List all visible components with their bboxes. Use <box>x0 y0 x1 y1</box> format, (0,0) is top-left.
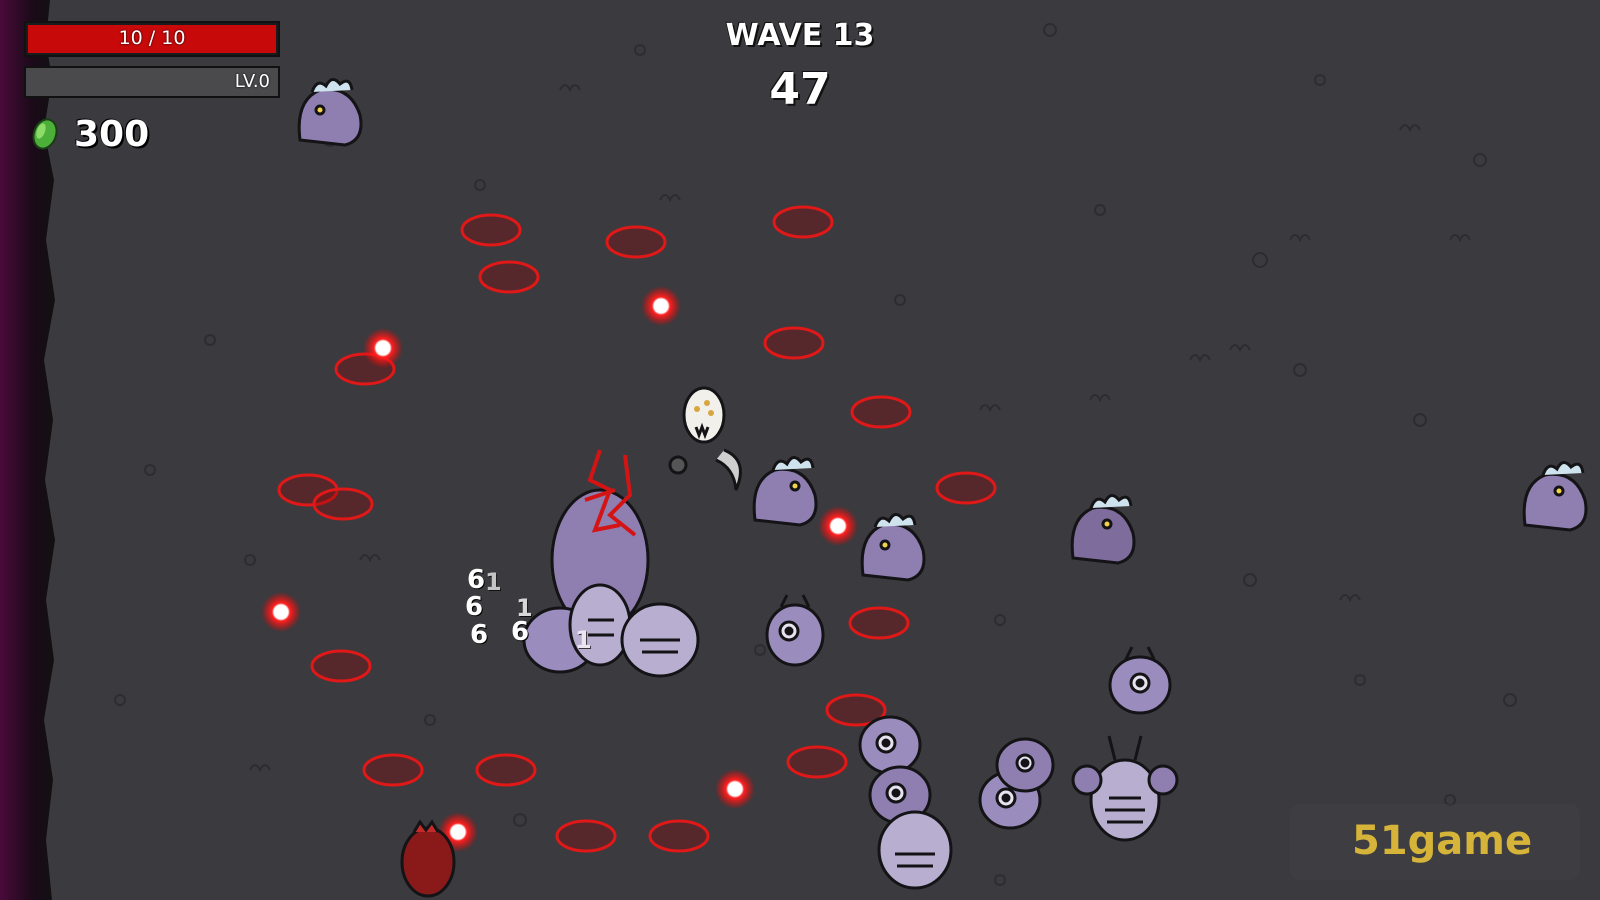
crab-enemy <box>858 715 922 775</box>
level-text: LV.0 <box>234 71 270 92</box>
damage-number: 6 <box>470 620 489 650</box>
spawn-marker <box>310 649 372 683</box>
green-material-icon <box>32 118 58 150</box>
weapon-scythe <box>715 448 742 491</box>
crab-enemy <box>765 594 825 667</box>
watermark: 51game <box>1290 804 1580 880</box>
crab-enemy <box>877 810 953 890</box>
health-text: 10 / 10 <box>118 27 186 49</box>
arena <box>0 0 1588 900</box>
spawn-marker <box>772 205 834 239</box>
fish-enemies <box>297 78 1588 582</box>
crab-enemy <box>995 737 1055 793</box>
spawn-marker <box>935 471 997 505</box>
materials-counter: 300 <box>30 112 149 156</box>
spawn-marker <box>460 213 522 247</box>
spawn-marker <box>605 225 667 259</box>
crab-enemy <box>1108 646 1172 715</box>
spawn-marker <box>648 819 710 853</box>
fish-enemy <box>297 78 363 147</box>
enemy-projectile <box>363 328 403 368</box>
enemy-projectile <box>261 592 301 632</box>
materials-value: 300 <box>74 113 150 155</box>
experience-bar: LV.0 <box>24 66 280 98</box>
player-character <box>668 386 742 491</box>
game-viewport[interactable]: 6 1 6 1 6 6 1 10 / 10 LV.0 300 WAVE 13 4… <box>0 0 1600 900</box>
weapon-spiked-ball <box>668 455 688 475</box>
fish-enemy <box>1070 494 1136 565</box>
watermark-text: 51game <box>1352 818 1533 864</box>
wave-timer: 47 <box>769 64 831 115</box>
spawn-marker <box>786 745 848 779</box>
damage-number: 6 <box>465 592 484 622</box>
enemy-cluster <box>522 449 700 678</box>
damage-number: 6 <box>511 617 530 647</box>
damage-number: 6 <box>467 565 486 595</box>
damage-number: 1 <box>485 568 502 596</box>
wave-title: WAVE 13 <box>725 18 875 53</box>
fish-enemy <box>752 456 818 527</box>
health-bar: 10 / 10 <box>24 21 280 57</box>
spawn-marker <box>478 260 540 294</box>
crab-enemy <box>1071 735 1179 842</box>
enemy-projectile <box>641 286 681 326</box>
enemy-projectile <box>715 769 755 809</box>
fish-enemy <box>860 513 926 582</box>
spawn-marker <box>362 753 424 787</box>
spawn-marker <box>850 395 912 429</box>
fish-enemy <box>1522 461 1588 532</box>
crab-enemies <box>765 594 1179 890</box>
spawn-marker <box>848 606 910 640</box>
spawn-marker <box>763 326 825 360</box>
spawn-marker <box>475 753 537 787</box>
spawn-marker <box>555 819 617 853</box>
enemy-projectile <box>818 506 858 546</box>
spawn-marker <box>312 487 374 521</box>
damage-number: 1 <box>575 626 592 654</box>
